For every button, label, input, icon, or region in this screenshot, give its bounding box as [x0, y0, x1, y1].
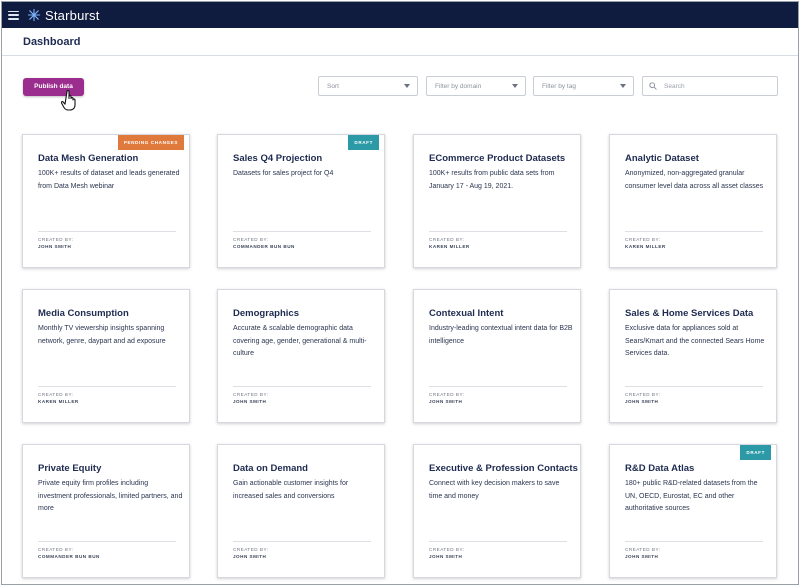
divider — [429, 231, 567, 232]
dataset-card[interactable]: Demographics Accurate & scalable demograp… — [217, 289, 385, 423]
creator-name: KAREN MILLER — [38, 399, 79, 404]
starburst-logo-icon — [27, 8, 41, 22]
sort-select[interactable]: Sort — [318, 76, 418, 96]
dataset-card[interactable]: PENDING CHANGES Data Mesh Generation 100K+… — [22, 134, 190, 268]
card-description: Monthly TV viewership insights spanning … — [38, 325, 166, 345]
card-title[interactable]: Sales Q4 Projection — [233, 153, 322, 164]
hand-pointer-icon — [61, 90, 76, 111]
created-by-label: CREATED BY: — [429, 237, 465, 242]
chevron-down-icon — [512, 84, 518, 88]
card-description: Anonymized, non-aggregated granular cons… — [625, 170, 764, 190]
card-description: Private equity firm profiles including i… — [38, 480, 183, 512]
status-badge: PENDING CHANGES — [117, 135, 184, 150]
dataset-card[interactable]: Sales & Home Services Data Exclusive data… — [609, 289, 777, 423]
card-title[interactable]: Private Equity — [38, 463, 101, 474]
created-by-label: CREATED BY: — [429, 392, 465, 397]
divider — [625, 386, 763, 387]
creator-name: JOHN SMITH — [233, 554, 267, 559]
created-by-label: CREATED BY: — [233, 547, 269, 552]
tag-filter-select[interactable]: Filter by tag — [533, 76, 634, 96]
created-by-label: CREATED BY: — [38, 547, 74, 552]
status-badge: DRAFT — [348, 135, 379, 150]
card-description: Gain actionable customer insights for in… — [233, 480, 349, 500]
dataset-card[interactable]: Private Equity Private equity firm profil… — [22, 444, 190, 578]
card-title[interactable]: Demographics — [233, 308, 299, 319]
dataset-card[interactable]: Analytic Dataset Anonymized, non-aggregat… — [609, 134, 777, 268]
creator-name: KAREN MILLER — [625, 244, 666, 249]
top-bar: Starburst — [2, 2, 798, 28]
divider — [233, 231, 371, 232]
card-title[interactable]: Data on Demand — [233, 463, 308, 474]
divider — [233, 386, 371, 387]
card-description: Exclusive data for appliances sold at Se… — [625, 325, 765, 357]
page-header: Dashboard — [2, 28, 798, 56]
creator-name: COMMANDER BUN BUN — [233, 244, 295, 249]
creator-name: JOHN SMITH — [38, 244, 72, 249]
card-description: 100K+ results of dataset and leads gener… — [38, 170, 180, 190]
card-description: 100K+ results from public data sets from… — [429, 170, 555, 190]
card-title[interactable]: Data Mesh Generation — [38, 153, 138, 164]
page-title: Dashboard — [23, 35, 81, 48]
card-title[interactable]: ECommerce Product Datasets — [429, 153, 565, 164]
dataset-card[interactable]: ECommerce Product Datasets 100K+ results … — [413, 134, 581, 268]
creator-name: JOHN SMITH — [429, 399, 463, 404]
divider — [429, 386, 567, 387]
divider — [38, 541, 176, 542]
divider — [625, 541, 763, 542]
divider — [429, 541, 567, 542]
divider — [625, 231, 763, 232]
card-description: Connect with key decision makers to save… — [429, 480, 560, 500]
brand-name[interactable]: Starburst — [45, 8, 100, 23]
card-title[interactable]: Sales & Home Services Data — [625, 308, 753, 319]
card-title[interactable]: R&D Data Atlas — [625, 463, 694, 474]
card-title[interactable]: Executive & Profession Contacts — [429, 463, 578, 474]
creator-name: COMMANDER BUN BUN — [38, 554, 100, 559]
dataset-card[interactable]: Data on Demand Gain actionable customer i… — [217, 444, 385, 578]
created-by-label: CREATED BY: — [38, 237, 74, 242]
search-placeholder: Search — [664, 82, 685, 90]
created-by-label: CREATED BY: — [429, 547, 465, 552]
card-description: 180+ public R&D-related datasets from th… — [625, 480, 758, 512]
created-by-label: CREATED BY: — [625, 547, 661, 552]
domain-filter-label: Filter by domain — [435, 82, 482, 90]
creator-name: JOHN SMITH — [625, 554, 659, 559]
divider — [38, 386, 176, 387]
card-title[interactable]: Contexual Intent — [429, 308, 503, 319]
search-icon — [649, 82, 657, 90]
created-by-label: CREATED BY: — [233, 392, 269, 397]
created-by-label: CREATED BY: — [233, 237, 269, 242]
sort-select-label: Sort — [327, 82, 339, 90]
creator-name: JOHN SMITH — [233, 399, 267, 404]
created-by-label: CREATED BY: — [38, 392, 74, 397]
creator-name: JOHN SMITH — [625, 399, 659, 404]
card-description: Datasets for sales project for Q4 — [233, 170, 334, 177]
chevron-down-icon — [620, 84, 626, 88]
toolbar: Publish data Sort Filter by domain Filte… — [2, 74, 798, 111]
card-description: Industry-leading contextual intent data … — [429, 325, 573, 345]
divider — [38, 231, 176, 232]
app-window: Starburst Dashboard Publish data Sort Fi… — [1, 1, 799, 585]
created-by-label: CREATED BY: — [625, 237, 661, 242]
card-description: Accurate & scalable demographic data cov… — [233, 325, 367, 357]
search-input[interactable]: Search — [642, 76, 778, 96]
dataset-card[interactable]: Contexual Intent Industry-leading context… — [413, 289, 581, 423]
created-by-label: CREATED BY: — [625, 392, 661, 397]
chevron-down-icon — [404, 84, 410, 88]
tag-filter-label: Filter by tag — [542, 82, 576, 90]
creator-name: KAREN MILLER — [429, 244, 470, 249]
hamburger-menu-icon[interactable] — [8, 10, 19, 20]
card-title[interactable]: Analytic Dataset — [625, 153, 699, 164]
status-badge: DRAFT — [740, 445, 771, 460]
card-title[interactable]: Media Consumption — [38, 308, 129, 319]
dataset-card[interactable]: Media Consumption Monthly TV viewership i… — [22, 289, 190, 423]
dataset-card[interactable]: Executive & Profession Contacts Connect w… — [413, 444, 581, 578]
dataset-card[interactable]: DRAFT R&D Data Atlas 180+ public R&D-relat… — [609, 444, 777, 578]
creator-name: JOHN SMITH — [429, 554, 463, 559]
divider — [233, 541, 371, 542]
dataset-card[interactable]: DRAFT Sales Q4 Projection Datasets for sal… — [217, 134, 385, 268]
domain-filter-select[interactable]: Filter by domain — [426, 76, 526, 96]
